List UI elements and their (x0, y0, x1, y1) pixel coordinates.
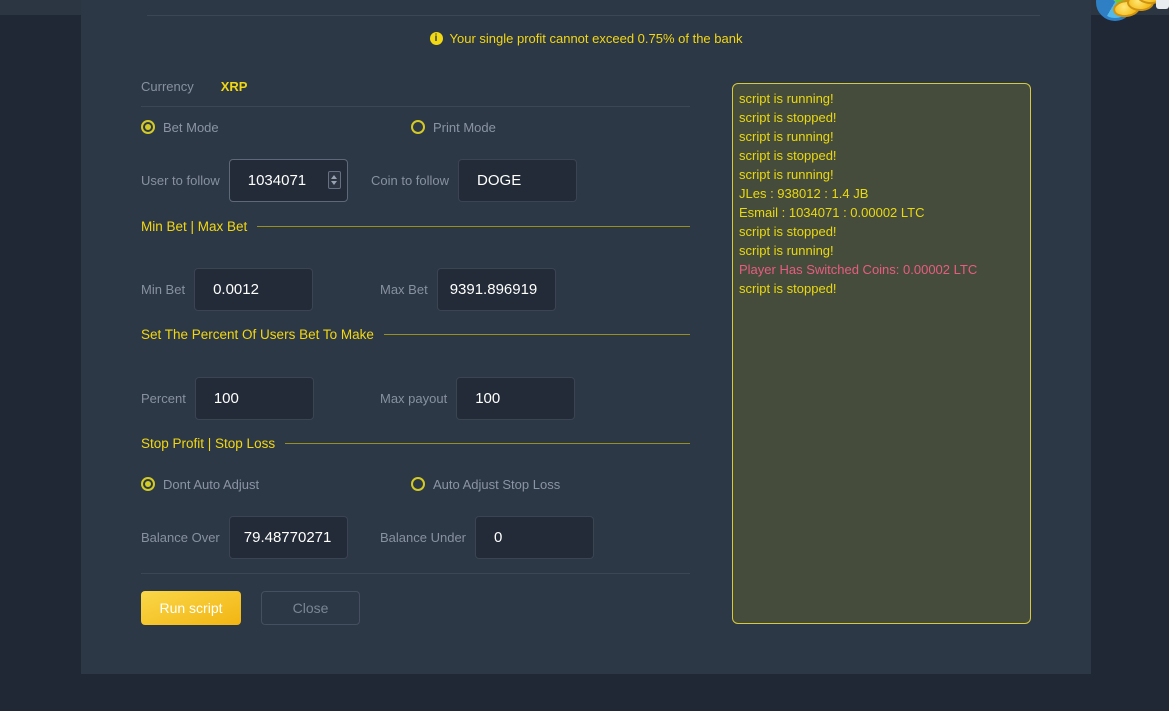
max-bet-label: Max Bet (380, 282, 428, 297)
section-stop: Stop Profit | Stop Loss (141, 436, 690, 451)
user-to-follow-input-wrap (229, 159, 348, 202)
bet-mode-option[interactable]: Bet Mode (141, 120, 219, 135)
print-mode-label: Print Mode (433, 120, 496, 135)
dont-auto-adjust-option[interactable]: Dont Auto Adjust (141, 477, 259, 492)
balance-over-input[interactable] (229, 516, 348, 559)
percent-label: Percent (141, 391, 186, 406)
min-bet-input[interactable] (194, 268, 313, 311)
max-payout-input[interactable] (456, 377, 575, 420)
balance-under-input[interactable] (475, 516, 594, 559)
percent-row: Percent Max payout (141, 376, 690, 420)
script-log-panel[interactable]: script is running!script is stopped!scri… (732, 83, 1031, 624)
max-payout-label: Max payout (380, 391, 447, 406)
min-max-row: Min Bet Max Bet (141, 267, 690, 311)
log-line: script is stopped! (739, 279, 1024, 298)
log-line: JLes : 938012 : 1.4 JB (739, 184, 1024, 203)
partial-topright-widget (1156, 0, 1169, 9)
log-line: script is running! (739, 241, 1024, 260)
log-line: script is running! (739, 127, 1024, 146)
header-divider (147, 15, 1040, 16)
print-mode-radio[interactable] (411, 120, 425, 134)
auto-adjust-stop-loss-radio[interactable] (411, 477, 425, 491)
section-min-max: Min Bet | Max Bet (141, 219, 690, 234)
script-settings-dialog: i Your single profit cannot exceed 0.75%… (81, 0, 1091, 674)
info-icon: i (430, 32, 443, 45)
percent-input[interactable] (195, 377, 314, 420)
profit-warning: i Your single profit cannot exceed 0.75%… (81, 31, 1091, 46)
section-line (285, 443, 690, 444)
log-line: script is running! (739, 165, 1024, 184)
adjust-radio-row: Dont Auto Adjust Auto Adjust Stop Loss (141, 476, 690, 492)
section-line (257, 226, 690, 227)
log-line: script is running! (739, 89, 1024, 108)
number-spinner-icon[interactable] (328, 171, 341, 189)
bet-mode-radio[interactable] (141, 120, 155, 134)
divider (141, 106, 690, 107)
page: i Your single profit cannot exceed 0.75%… (0, 0, 1169, 713)
section-percent-title: Set The Percent Of Users Bet To Make (141, 327, 374, 342)
currency-row: Currency XRP (141, 78, 690, 94)
section-min-max-title: Min Bet | Max Bet (141, 219, 247, 234)
auto-adjust-stop-loss-label: Auto Adjust Stop Loss (433, 477, 560, 492)
log-line: Esmail : 1034071 : 0.00002 LTC (739, 203, 1024, 222)
button-row: Run script Close (141, 591, 690, 625)
balance-over-label: Balance Over (141, 530, 220, 545)
section-line (384, 334, 690, 335)
section-stop-title: Stop Profit | Stop Loss (141, 436, 275, 451)
balance-row: Balance Over Balance Under (141, 515, 690, 559)
user-to-follow-label: User to follow (141, 173, 220, 188)
log-line: script is stopped! (739, 146, 1024, 165)
dont-auto-adjust-radio[interactable] (141, 477, 155, 491)
divider (141, 573, 690, 574)
profit-warning-text: Your single profit cannot exceed 0.75% o… (450, 31, 743, 46)
coin-to-follow-label: Coin to follow (371, 173, 449, 188)
currency-value[interactable]: XRP (221, 79, 248, 94)
currency-label: Currency (141, 79, 194, 94)
follow-row: User to follow Coin to follow (141, 158, 690, 202)
section-percent: Set The Percent Of Users Bet To Make (141, 327, 690, 342)
bet-mode-label: Bet Mode (163, 120, 219, 135)
log-line: script is stopped! (739, 108, 1024, 127)
log-line: script is stopped! (739, 222, 1024, 241)
balance-under-label: Balance Under (380, 530, 466, 545)
run-script-button[interactable]: Run script (141, 591, 241, 625)
auto-adjust-stop-loss-option[interactable]: Auto Adjust Stop Loss (411, 477, 560, 492)
mode-radio-row: Bet Mode Print Mode (141, 119, 690, 135)
min-bet-label: Min Bet (141, 282, 185, 297)
close-button[interactable]: Close (261, 591, 360, 625)
dont-auto-adjust-label: Dont Auto Adjust (163, 477, 259, 492)
log-line: Player Has Switched Coins: 0.00002 LTC (739, 260, 1024, 279)
max-bet-input[interactable] (437, 268, 556, 311)
coin-to-follow-input[interactable] (458, 159, 577, 202)
print-mode-option[interactable]: Print Mode (411, 120, 496, 135)
